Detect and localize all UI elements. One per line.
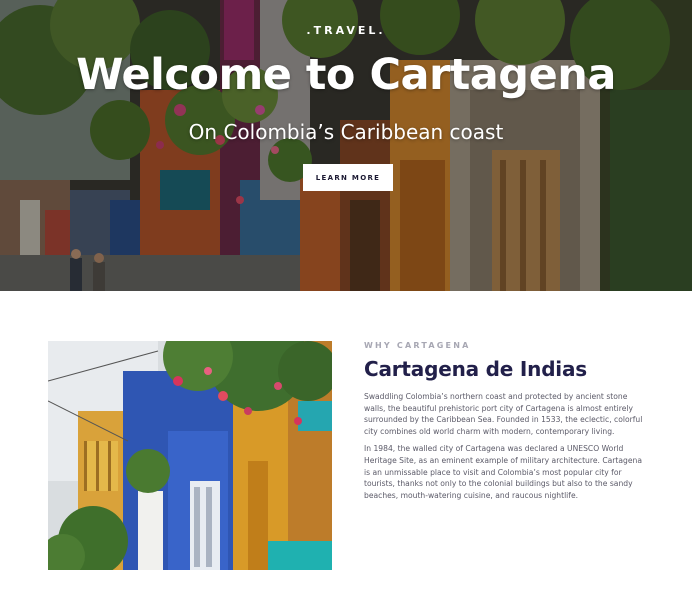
body-paragraph-1: Swaddling Colombia’s northern coast and …: [364, 392, 643, 436]
learn-more-button[interactable]: LEARN MORE: [303, 164, 393, 191]
section-title: Cartagena de Indias: [364, 357, 587, 381]
hero-title: Welcome to Cartagena: [76, 50, 616, 100]
content-text-column: WHY CARTAGENA Cartagena de Indias Swaddl…: [364, 341, 646, 501]
hero-section: .TRAVEL. Welcome to Cartagena On Colombi…: [0, 0, 692, 291]
hero-dark-overlay: [0, 0, 692, 291]
section-eyebrow: WHY CARTAGENA: [364, 341, 471, 350]
body-paragraph-2: In 1984, the walled city of Cartagena wa…: [364, 444, 642, 500]
brand-logo-text[interactable]: .TRAVEL.: [0, 24, 692, 37]
cartagena-street-photo: [48, 341, 332, 570]
hero-subtitle: On Colombia’s Caribbean coast: [188, 120, 504, 144]
